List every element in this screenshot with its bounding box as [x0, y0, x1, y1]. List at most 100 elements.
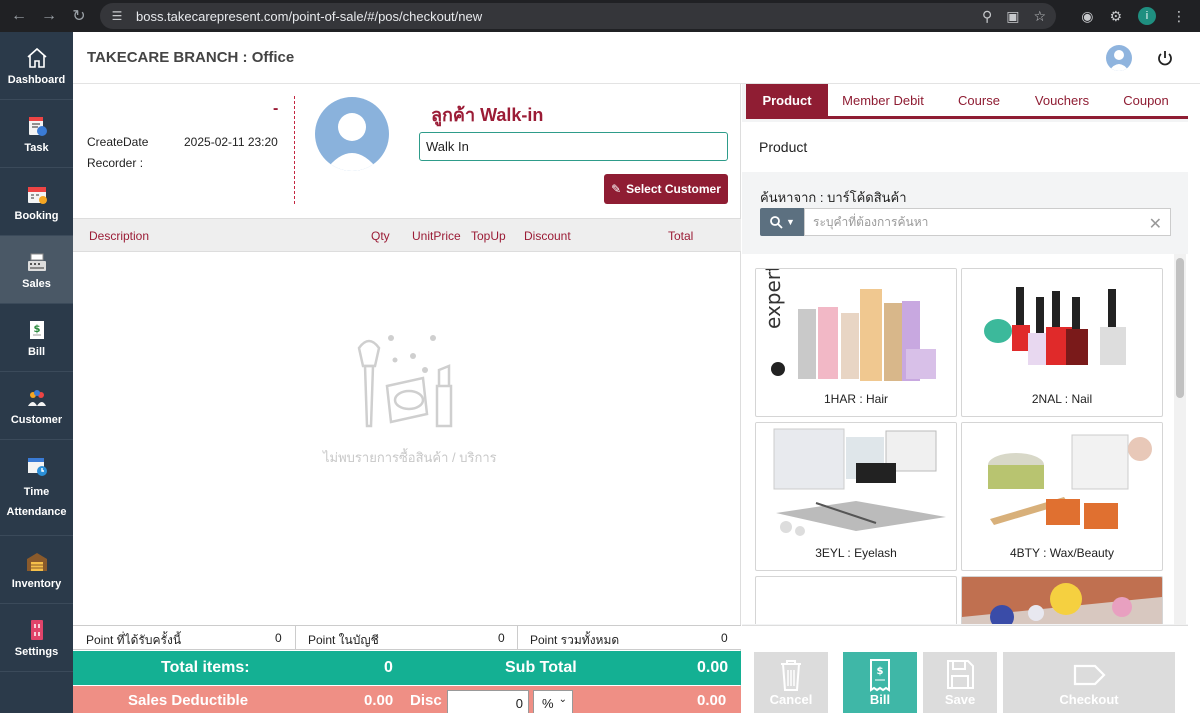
- bill-info: - CreateDate 2025-02-11 23:20 Recorder :…: [73, 84, 741, 218]
- bill-icon: $: [29, 320, 44, 339]
- sales-deductible-value: 0.00: [364, 692, 394, 709]
- search-label: ค้นหาจาก : บาร์โค้ดสินค้า: [760, 190, 907, 205]
- bill-number: -: [273, 100, 279, 117]
- power-icon[interactable]: [1156, 49, 1174, 67]
- search-input[interactable]: ระบุคำที่ต้องการค้นหา ✕: [804, 208, 1171, 236]
- sidebar-item-dashboard[interactable]: Dashboard: [0, 32, 73, 100]
- cancel-label: Cancel: [769, 692, 813, 707]
- col-unitprice: UnitPrice: [412, 229, 461, 243]
- site-settings-icon[interactable]: ☰: [110, 9, 124, 23]
- profile-avatar[interactable]: i: [1138, 7, 1156, 25]
- divider: [294, 96, 295, 204]
- calendar-icon: [27, 186, 47, 204]
- user-avatar[interactable]: [1106, 45, 1132, 71]
- browser-toolbar: ← → ↻ ☰ boss.takecarepresent.com/point-o…: [0, 0, 1200, 32]
- warehouse-icon: [26, 552, 47, 571]
- product-card[interactable]: [755, 576, 957, 624]
- points-account-value: 0: [498, 631, 505, 645]
- camera-icon[interactable]: ◉: [1081, 8, 1093, 25]
- cancel-button[interactable]: Cancel: [754, 652, 828, 713]
- sidebar-item-label: Inventory: [11, 577, 62, 590]
- sidebar-item-label: Bill: [27, 345, 46, 358]
- address-bar[interactable]: ☰ boss.takecarepresent.com/point-of-sale…: [100, 3, 1056, 29]
- url-text[interactable]: boss.takecarepresent.com/point-of-sale/#…: [136, 9, 482, 24]
- caret-down-icon: ▼: [786, 217, 795, 227]
- product-card-eyelash[interactable]: 3EYL : Eyelash: [755, 422, 957, 571]
- col-qty: Qty: [371, 229, 390, 243]
- product-card-hair[interactable]: expert 1HAR : Hair: [755, 268, 957, 417]
- customer-avatar: [315, 97, 389, 171]
- tab-course[interactable]: Course: [938, 84, 1020, 116]
- sales-deductible-label: Sales Deductible: [128, 692, 249, 709]
- select-customer-label: Select Customer: [626, 182, 721, 196]
- product-grid: expert 1HAR : Hair 2NAL : Nail 3EYL: Ey…: [742, 254, 1188, 624]
- customer-title: ลูกค้า Walk-in: [431, 105, 544, 125]
- customers-icon: [27, 389, 46, 406]
- col-topup: TopUp: [471, 229, 506, 243]
- catalog-panel: Product Member Debit Course Vouchers Cou…: [742, 84, 1188, 713]
- customer-name-field[interactable]: Walk In: [419, 132, 728, 161]
- sidebar-item-label: Customer: [10, 413, 63, 426]
- search-icon: [770, 216, 783, 229]
- search-mode-button[interactable]: ▼: [760, 208, 804, 236]
- sidebar-item-bill[interactable]: $ Bill: [0, 304, 73, 372]
- extensions-icon[interactable]: ⚙: [1109, 8, 1122, 25]
- nail-polish-image: [962, 269, 1162, 387]
- install-app-icon[interactable]: ▣: [1006, 8, 1019, 25]
- svg-text:$: $: [877, 666, 884, 677]
- reload-icon[interactable]: ↻: [68, 5, 90, 27]
- points-total-value: 0: [721, 631, 728, 645]
- catalog-tabs: Product Member Debit Course Vouchers Cou…: [746, 84, 1188, 119]
- product-card-nail[interactable]: 2NAL : Nail: [961, 268, 1163, 417]
- product-card-gems[interactable]: [961, 576, 1163, 624]
- points-earned-value: 0: [275, 631, 282, 645]
- checkout-label: Checkout: [1059, 692, 1119, 707]
- tab-product[interactable]: Product: [746, 84, 828, 116]
- sidebar: Dashboard Task Booking Sales $ Bill Cust…: [0, 32, 73, 713]
- tab-coupon[interactable]: Coupon: [1104, 84, 1188, 116]
- bill-button[interactable]: $ Bill: [843, 652, 917, 713]
- search-placeholder: ระบุคำที่ต้องการค้นหา: [813, 214, 929, 229]
- discount-unit-value: %: [542, 695, 554, 711]
- discount-unit-select[interactable]: % ⌄: [533, 690, 573, 713]
- home-icon: [26, 47, 47, 68]
- close-icon[interactable]: ✕: [1149, 214, 1162, 234]
- cosmetics-empty-icon: [357, 335, 453, 428]
- tab-member-debit[interactable]: Member Debit: [828, 84, 938, 116]
- product-label: 4BTY : Wax/Beauty: [1009, 546, 1115, 560]
- create-date-label: CreateDate: [87, 135, 149, 149]
- checkout-button[interactable]: Checkout: [1003, 652, 1175, 713]
- sidebar-item-booking[interactable]: Booking: [0, 168, 73, 236]
- floppy-disk-icon: [947, 660, 974, 689]
- save-button[interactable]: Save: [923, 652, 997, 713]
- sidebar-item-sales[interactable]: Sales: [0, 236, 73, 304]
- discount-input[interactable]: 0: [447, 690, 529, 713]
- settings-icon: [30, 619, 43, 640]
- sidebar-item-settings[interactable]: Settings: [0, 604, 73, 672]
- trash-icon: [781, 660, 801, 691]
- product-label: 1HAR : Hair: [823, 392, 888, 406]
- select-customer-button[interactable]: ✎ Select Customer: [604, 174, 728, 204]
- product-label: 2NAL : Nail: [1031, 392, 1093, 406]
- sidebar-item-inventory[interactable]: Inventory: [0, 536, 73, 604]
- back-icon[interactable]: ←: [8, 5, 30, 27]
- sidebar-item-task[interactable]: Task: [0, 100, 73, 168]
- tag-icon: [1073, 664, 1106, 686]
- disc-label: Disc: [410, 692, 442, 709]
- product-label: 3EYL : Eyelash: [815, 546, 897, 560]
- bookmark-star-icon[interactable]: ☆: [1033, 8, 1046, 25]
- menu-dots-icon[interactable]: ⋮: [1172, 8, 1186, 25]
- create-date-value: 2025-02-11 23:20: [184, 135, 278, 149]
- sidebar-item-time-attendance[interactable]: Time Attendance: [0, 440, 73, 536]
- task-icon: [28, 116, 47, 136]
- save-label: Save: [944, 692, 976, 707]
- scroll-thumb[interactable]: [1176, 258, 1184, 398]
- product-card-wax-beauty[interactable]: 4BTY : Wax/Beauty: [961, 422, 1163, 571]
- key-icon[interactable]: ⚲: [982, 8, 992, 25]
- cash-register-icon: [27, 253, 46, 271]
- branch-title: TAKECARE BRANCH : Office: [87, 49, 295, 66]
- clock-calendar-icon: [27, 457, 47, 476]
- sidebar-item-customer[interactable]: Customer: [0, 372, 73, 440]
- forward-icon[interactable]: →: [38, 5, 60, 27]
- tab-vouchers[interactable]: Vouchers: [1020, 84, 1104, 116]
